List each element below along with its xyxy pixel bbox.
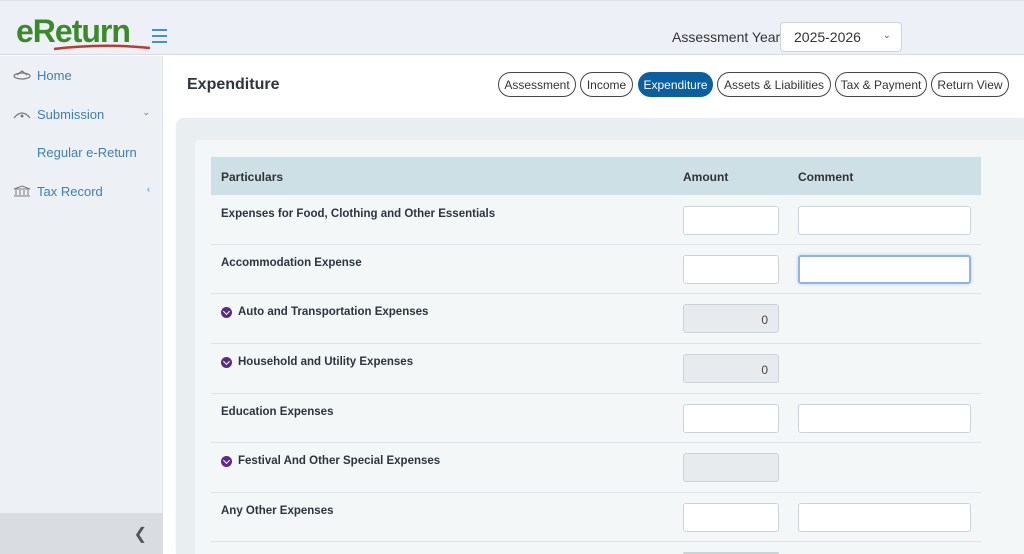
column-header-amount: Amount bbox=[683, 170, 729, 184]
top-header: eReturn Assessment Year 2025-2026 ⌄ bbox=[0, 0, 1024, 55]
sidebar-item-submission[interactable]: Submission ⌄ bbox=[0, 99, 163, 129]
sidebar-item-label: Submission bbox=[37, 107, 105, 122]
expand-icon[interactable] bbox=[221, 357, 232, 368]
row-label: Expenses for Food, Clothing and Other Es… bbox=[221, 208, 496, 220]
ereturn-logo[interactable]: eReturn bbox=[16, 13, 151, 53]
tab-return-view[interactable]: Return View bbox=[931, 72, 1009, 97]
sidebar-item-label: Home bbox=[37, 68, 72, 83]
collapse-sidebar-icon[interactable]: ❮ bbox=[134, 524, 147, 544]
amount-input[interactable] bbox=[683, 206, 779, 235]
home-icon bbox=[13, 70, 31, 80]
page-title: Expenditure bbox=[187, 76, 280, 93]
row-label: Auto and Transportation Expenses bbox=[238, 306, 429, 318]
sidebar-item-label: Tax Record bbox=[37, 184, 103, 199]
logo-swoosh-icon bbox=[53, 44, 151, 51]
amount-input[interactable] bbox=[683, 503, 779, 532]
menu-toggle-icon[interactable] bbox=[152, 29, 167, 43]
amount-input: 0 bbox=[683, 354, 779, 383]
tab-expenditure[interactable]: Expenditure bbox=[638, 72, 713, 97]
table-row: Education Expenses bbox=[211, 394, 981, 443]
sidebar-item-tax-record[interactable]: Tax Record ‹ bbox=[0, 176, 163, 206]
amount-input[interactable] bbox=[683, 255, 779, 284]
amount-input bbox=[683, 453, 779, 482]
table-row: Any Other Expenses bbox=[211, 493, 981, 542]
assessment-year-label: Assessment Year bbox=[672, 29, 781, 45]
expand-icon[interactable] bbox=[221, 456, 232, 467]
comment-input[interactable] bbox=[798, 503, 971, 532]
tab-assessment[interactable]: Assessment bbox=[498, 72, 576, 97]
tab-assets-liabilities[interactable]: Assets & Liabilities bbox=[717, 72, 831, 97]
sidebar-item-label: Regular e-Return bbox=[37, 145, 137, 160]
row-label: Any Other Expenses bbox=[221, 505, 334, 517]
chevron-left-icon: ‹ bbox=[147, 184, 150, 194]
amount-input[interactable] bbox=[683, 404, 779, 433]
chevron-down-icon: ⌄ bbox=[142, 107, 150, 117]
comment-input[interactable] bbox=[798, 255, 971, 284]
row-label: Education Expenses bbox=[221, 406, 334, 418]
sidebar-item-home[interactable]: Home bbox=[0, 60, 163, 90]
column-header-particulars: Particulars bbox=[221, 170, 284, 184]
comment-input[interactable] bbox=[798, 404, 971, 433]
table-row bbox=[211, 542, 981, 554]
assessment-year-value: 2025-2026 bbox=[794, 29, 861, 45]
column-header-comment: Comment bbox=[798, 170, 854, 184]
assessment-year-select[interactable]: 2025-2026 ⌄ bbox=[780, 22, 902, 52]
table-row: Expenses for Food, Clothing and Other Es… bbox=[211, 196, 981, 245]
sidebar: Home Submission ⌄ Regular e-Return Tax R… bbox=[0, 56, 163, 554]
table-header: Particulars Amount Comment bbox=[211, 157, 981, 195]
row-label: Festival And Other Special Expenses bbox=[238, 455, 441, 467]
table-row: Festival And Other Special Expenses bbox=[211, 443, 981, 493]
amount-input: 0 bbox=[683, 304, 779, 333]
row-label: Accommodation Expense bbox=[221, 257, 362, 269]
chevron-down-icon: ⌄ bbox=[882, 30, 891, 41]
sidebar-item-regular-ereturn[interactable]: Regular e-Return bbox=[0, 137, 163, 167]
row-label: Household and Utility Expenses bbox=[238, 356, 414, 368]
sidebar-footer: ❮ bbox=[0, 513, 163, 554]
table-row: Auto and Transportation Expenses 0 bbox=[211, 294, 981, 344]
expand-icon[interactable] bbox=[221, 307, 232, 318]
bank-icon bbox=[13, 185, 31, 197]
table-row: Accommodation Expense bbox=[211, 245, 981, 294]
comment-input[interactable] bbox=[798, 206, 971, 235]
tab-tax-payment[interactable]: Tax & Payment bbox=[835, 72, 927, 97]
submission-icon bbox=[13, 112, 31, 119]
tab-income[interactable]: Income bbox=[580, 72, 633, 97]
table-row: Household and Utility Expenses 0 bbox=[211, 344, 981, 394]
